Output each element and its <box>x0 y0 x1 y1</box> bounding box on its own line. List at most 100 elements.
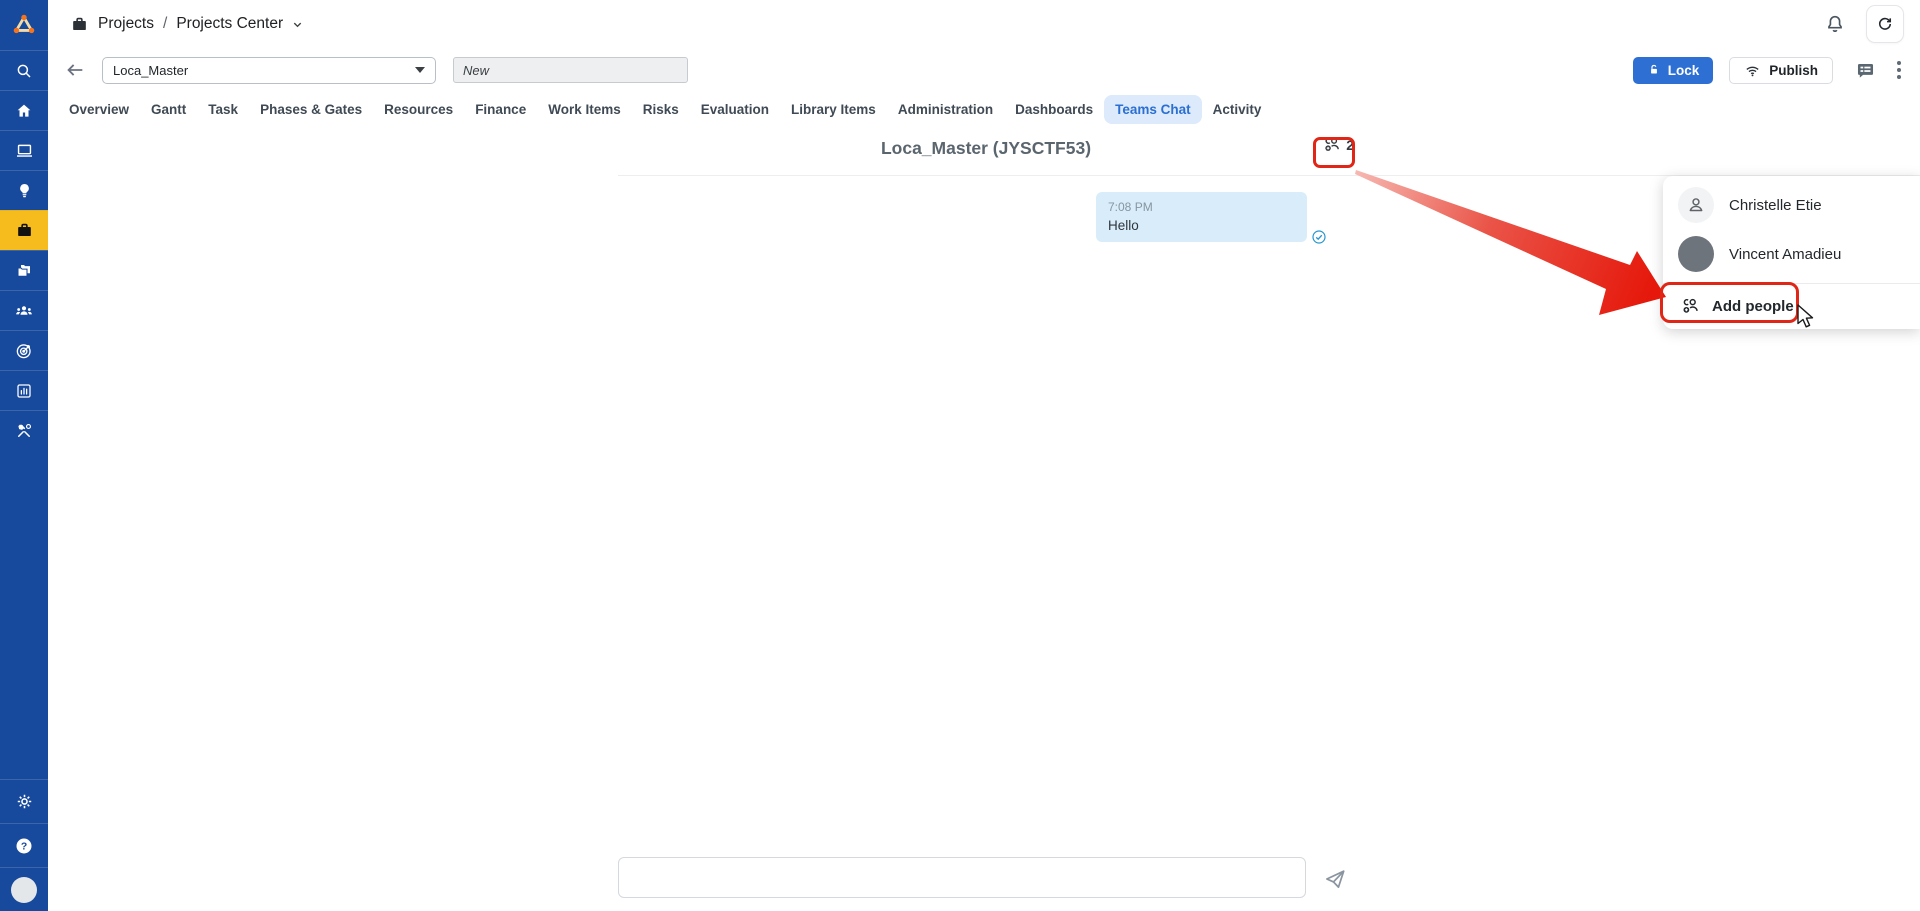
member-avatar-placeholder <box>1678 187 1714 223</box>
sidebar-item-reports[interactable] <box>0 370 48 410</box>
sidebar-item-workspace[interactable] <box>0 130 48 170</box>
message-timestamp: 7:08 PM <box>1108 200 1295 214</box>
more-options-button[interactable] <box>1892 56 1906 84</box>
back-button[interactable] <box>62 57 88 83</box>
caret-down-icon <box>415 67 425 73</box>
tools-icon <box>15 422 33 440</box>
breadcrumb: Projects / Projects Center <box>70 15 303 34</box>
person-add-icon <box>1322 135 1342 155</box>
check-circle-icon <box>1311 229 1327 245</box>
home-icon <box>15 102 33 120</box>
chevron-down-icon[interactable] <box>292 19 303 30</box>
members-popover: Christelle Etie Vincent Amadieu Add peop… <box>1663 176 1920 329</box>
tab-overview[interactable]: Overview <box>58 95 140 124</box>
tab-administration[interactable]: Administration <box>887 95 1004 124</box>
help-icon: ? <box>14 836 34 856</box>
lightbulb-icon <box>16 182 33 199</box>
sidebar-item-home[interactable] <box>0 90 48 130</box>
person-add-icon <box>1680 296 1701 317</box>
message-input[interactable] <box>618 857 1306 898</box>
briefcase-icon <box>70 15 89 34</box>
sidebar-item-search[interactable] <box>0 50 48 90</box>
project-dropdown[interactable]: Loca_Master <box>102 57 436 84</box>
publish-button[interactable]: Publish <box>1729 57 1833 84</box>
sidebar-item-profile[interactable] <box>0 867 48 911</box>
chat-title: Loca_Master (JYSCTF53) <box>618 128 1354 168</box>
app-window: ? Projects / Projects Center <box>0 0 1920 911</box>
tab-dashboards[interactable]: Dashboards <box>1004 95 1104 124</box>
user-avatar <box>11 877 37 903</box>
people-group-icon <box>14 301 34 321</box>
message-text: Hello <box>1108 218 1295 233</box>
sidebar-item-help[interactable]: ? <box>0 823 48 867</box>
add-people-button[interactable]: Add people <box>1663 284 1920 328</box>
refresh-button[interactable] <box>1866 5 1904 43</box>
tab-activity[interactable]: Activity <box>1202 95 1273 124</box>
message-delivered-status <box>1311 229 1327 250</box>
project-dropdown-value: Loca_Master <box>113 63 415 78</box>
tab-evaluation[interactable]: Evaluation <box>690 95 780 124</box>
tab-risks[interactable]: Risks <box>632 95 690 124</box>
target-icon <box>15 341 34 360</box>
bell-icon <box>1824 13 1846 35</box>
briefcase-icon <box>15 221 34 240</box>
sidebar: ? <box>0 0 48 911</box>
send-icon <box>1322 866 1348 892</box>
sidebar-item-projects[interactable] <box>0 210 48 250</box>
tab-bar: Overview Gantt Task Phases & Gates Resou… <box>58 92 1920 126</box>
chat-panel-button[interactable] <box>1851 56 1880 85</box>
main-content: Projects / Projects Center Loca_Master <box>48 0 1920 911</box>
chat-members-button[interactable]: 2 <box>1322 135 1354 155</box>
add-people-label: Add people <box>1712 298 1794 315</box>
tab-teams-chat[interactable]: Teams Chat <box>1104 95 1202 124</box>
bar-chart-icon <box>15 382 33 400</box>
member-name: Christelle Etie <box>1729 197 1822 214</box>
sidebar-item-documents[interactable] <box>0 250 48 290</box>
send-button[interactable] <box>1320 864 1350 897</box>
sidebar-item-settings[interactable] <box>0 779 48 823</box>
member-name: Vincent Amadieu <box>1729 246 1841 263</box>
lock-button[interactable]: Lock <box>1633 57 1714 84</box>
folders-icon <box>15 262 33 280</box>
member-avatar-photo <box>1678 236 1714 272</box>
gear-icon <box>15 792 34 811</box>
topbar-actions <box>1820 5 1904 43</box>
laptop-icon <box>15 141 34 160</box>
project-toolbar: Loca_Master Lock Publish <box>48 48 1920 92</box>
lock-button-label: Lock <box>1668 63 1700 78</box>
breadcrumb-current[interactable]: Projects Center <box>176 15 283 33</box>
sidebar-item-goals[interactable] <box>0 330 48 370</box>
search-icon <box>15 62 33 80</box>
refresh-icon <box>1876 15 1894 33</box>
member-list-item[interactable]: Vincent Amadieu <box>1663 228 1920 280</box>
logo-triangle-icon <box>11 12 37 38</box>
notifications-button[interactable] <box>1820 9 1850 39</box>
tab-phases-gates[interactable]: Phases & Gates <box>249 95 373 124</box>
chat-header: Loca_Master (JYSCTF53) 2 <box>618 128 1354 172</box>
app-logo[interactable] <box>0 0 48 50</box>
tab-work-items[interactable]: Work Items <box>537 95 632 124</box>
member-list-item[interactable]: Christelle Etie <box>1663 176 1920 228</box>
toolbar-actions: Lock Publish <box>1633 56 1906 85</box>
arrow-left-icon <box>64 59 86 81</box>
wifi-icon <box>1744 62 1761 79</box>
tab-gantt[interactable]: Gantt <box>140 95 197 124</box>
breadcrumb-root[interactable]: Projects <box>98 15 154 33</box>
sidebar-item-tools[interactable] <box>0 410 48 450</box>
top-bar: Projects / Projects Center <box>48 0 1920 48</box>
version-field[interactable] <box>453 57 688 83</box>
tab-task[interactable]: Task <box>197 95 249 124</box>
breadcrumb-separator: / <box>163 15 167 33</box>
tab-finance[interactable]: Finance <box>464 95 537 124</box>
chat-bubble-icon <box>1855 60 1876 81</box>
tab-library-items[interactable]: Library Items <box>780 95 887 124</box>
chat-member-count: 2 <box>1346 137 1354 153</box>
person-icon <box>1685 194 1707 216</box>
unlock-icon <box>1647 63 1661 77</box>
publish-button-label: Publish <box>1769 63 1818 78</box>
svg-text:?: ? <box>21 841 27 852</box>
sidebar-item-ideas[interactable] <box>0 170 48 210</box>
sidebar-item-resources[interactable] <box>0 290 48 330</box>
tab-resources[interactable]: Resources <box>373 95 464 124</box>
sidebar-spacer <box>0 450 48 779</box>
